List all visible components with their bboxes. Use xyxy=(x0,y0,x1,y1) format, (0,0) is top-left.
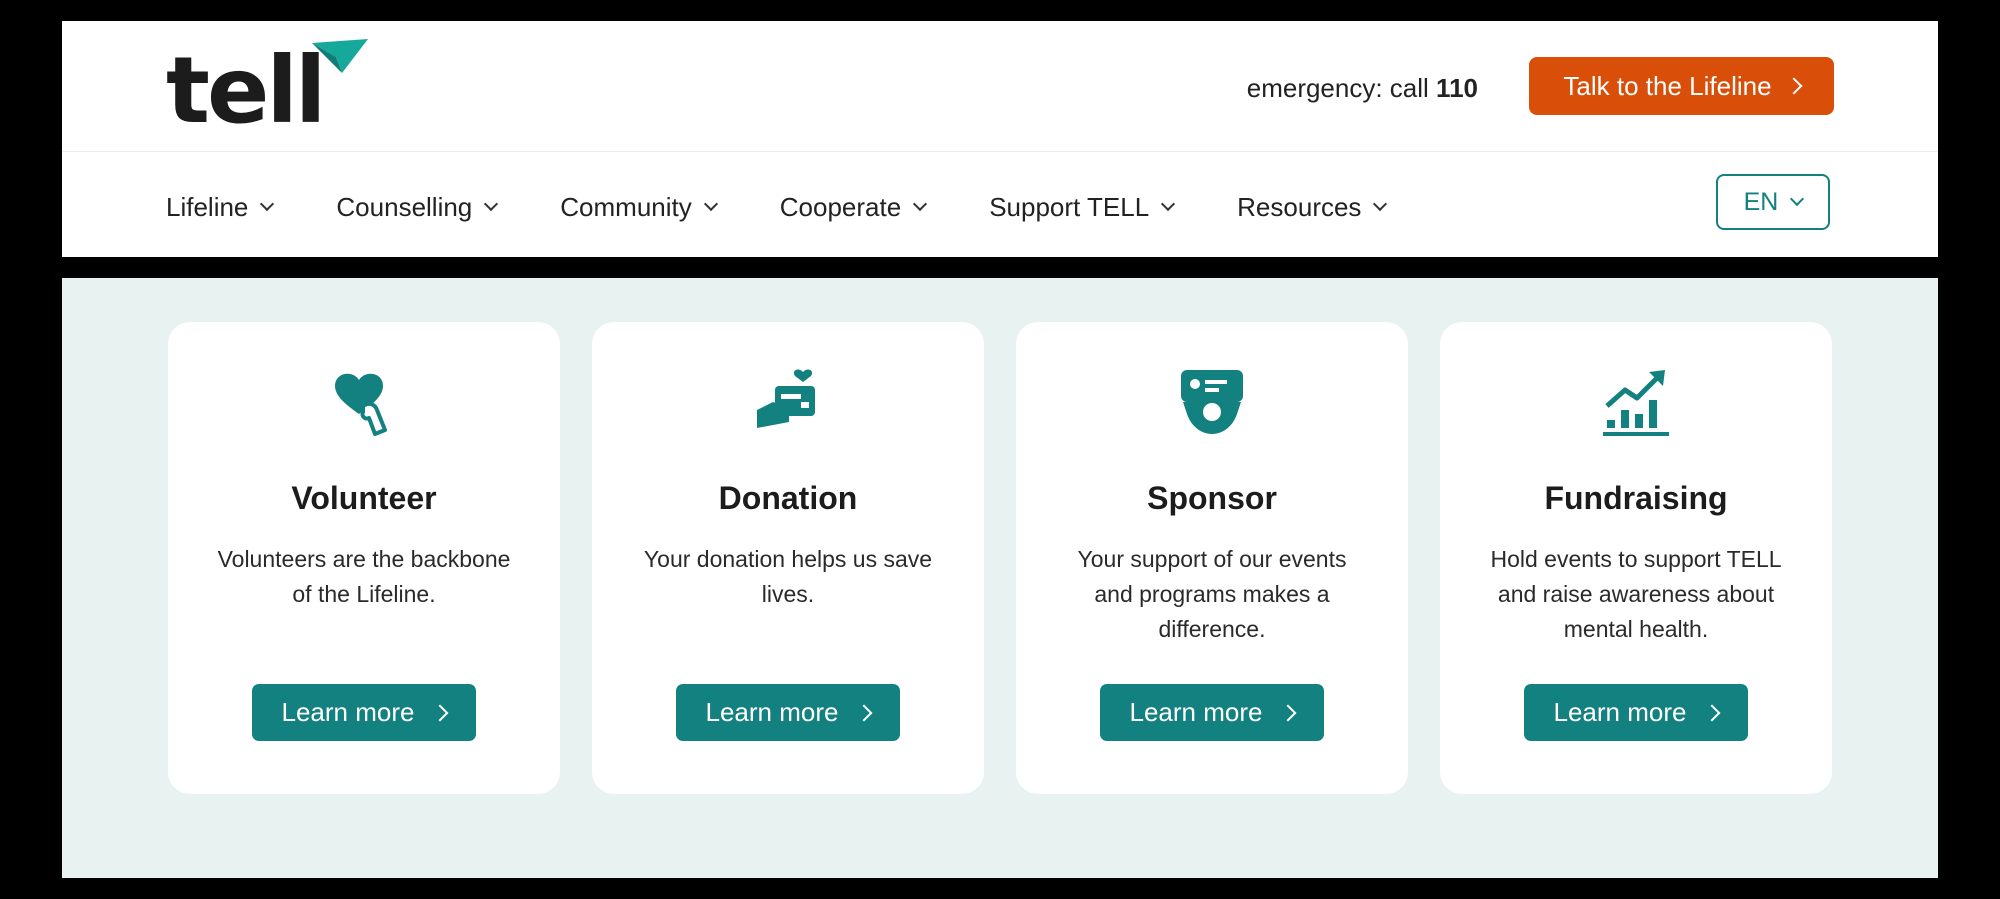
heart-hand-icon xyxy=(335,373,387,436)
card-description: Hold events to support TELL and raise aw… xyxy=(1490,546,1782,642)
logo-text: tell xyxy=(166,37,326,144)
nav-item-cooperate[interactable]: Cooperate xyxy=(779,191,928,223)
nav-item-label: Lifeline xyxy=(166,191,249,222)
chevron-right-icon xyxy=(855,704,873,721)
nav-item-community[interactable]: Community xyxy=(560,191,718,223)
lifeline-button-label: Talk to the Lifeline xyxy=(1563,70,1772,101)
paper-plane-icon xyxy=(312,39,368,73)
nav-item-label: Counselling xyxy=(336,191,473,222)
growth-chart-icon xyxy=(1603,370,1669,436)
language-selector[interactable]: EN xyxy=(1716,174,1830,230)
card-title: Fundraising xyxy=(1544,480,1728,516)
nav-item-label: Cooperate xyxy=(779,191,902,222)
learn-more-label: Learn more xyxy=(1129,697,1263,727)
chevron-down-icon xyxy=(484,196,499,212)
tell-logo[interactable]: tell xyxy=(166,37,368,157)
learn-more-label: Learn more xyxy=(1553,697,1687,727)
learn-more-button[interactable]: Learn more xyxy=(252,684,476,741)
card-heart-icon xyxy=(757,369,815,428)
card-title: Volunteer xyxy=(291,480,437,516)
card-title: Donation xyxy=(718,480,858,516)
chevron-down-icon xyxy=(1161,196,1176,212)
emergency-notice: emergency: call 110 xyxy=(1247,73,1478,104)
chevron-down-icon xyxy=(1790,191,1805,207)
card-fundraising: Fundraising Hold events to support TELL … xyxy=(1440,322,1832,794)
card-sponsor: Sponsor Your support of our events and p… xyxy=(1016,322,1408,794)
emergency-label: emergency: call xyxy=(1246,73,1429,103)
language-label: EN xyxy=(1743,187,1779,216)
card-description: Your support of our events and programs … xyxy=(1077,546,1347,642)
chevron-right-icon xyxy=(1279,704,1297,721)
chevron-right-icon xyxy=(431,704,449,721)
support-section: Volunteer Volunteers are the backbone of… xyxy=(62,278,1938,878)
nav-item-counselling[interactable]: Counselling xyxy=(336,191,499,223)
chevron-down-icon xyxy=(1373,196,1388,212)
chevron-down-icon xyxy=(703,196,718,212)
card-volunteer: Volunteer Volunteers are the backbone of… xyxy=(168,322,560,794)
card-description: Volunteers are the backbone of the Lifel… xyxy=(217,546,511,607)
nav-item-label: Support TELL xyxy=(989,191,1150,222)
learn-more-button[interactable]: Learn more xyxy=(1524,684,1748,741)
nav-item-support-tell[interactable]: Support TELL xyxy=(989,191,1176,223)
learn-more-label: Learn more xyxy=(281,697,415,727)
card-title: Sponsor xyxy=(1147,480,1277,516)
nav-item-label: Community xyxy=(560,191,692,222)
learn-more-button[interactable]: Learn more xyxy=(1100,684,1324,741)
card-description: Your donation helps us save lives. xyxy=(643,546,933,607)
sponsor-badge-icon xyxy=(1181,370,1243,434)
nav-item-resources[interactable]: Resources xyxy=(1237,191,1388,223)
learn-more-label: Learn more xyxy=(705,697,839,727)
emergency-number: 110 xyxy=(1436,73,1478,103)
site-header: tell emergency: call 110 Talk to the Lif… xyxy=(62,21,1938,257)
learn-more-button[interactable]: Learn more xyxy=(676,684,900,741)
main-nav: Lifeline Counselling Community Cooperate… xyxy=(166,187,1449,227)
card-donation: Donation Your donation helps us save liv… xyxy=(592,322,984,794)
talk-to-lifeline-button[interactable]: Talk to the Lifeline xyxy=(1529,57,1834,115)
chevron-down-icon xyxy=(913,196,928,212)
chevron-right-icon xyxy=(1785,77,1803,95)
nav-item-lifeline[interactable]: Lifeline xyxy=(166,191,275,223)
nav-item-label: Resources xyxy=(1237,191,1362,222)
header-top-row: tell emergency: call 110 Talk to the Lif… xyxy=(62,21,1938,152)
chevron-down-icon xyxy=(260,196,275,212)
chevron-right-icon xyxy=(1703,704,1721,721)
